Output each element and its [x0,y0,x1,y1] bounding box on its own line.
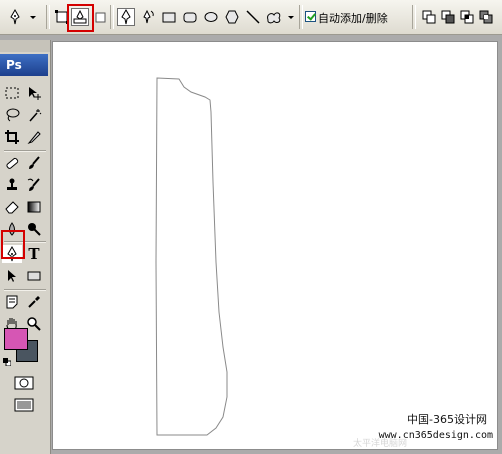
screen-mode-icon[interactable] [13,396,35,414]
preset-dropdown-arrow-icon[interactable] [28,8,38,26]
rectangle-tool-icon[interactable] [160,8,178,26]
type-tool[interactable]: T [24,245,44,263]
photoshop-logo[interactable]: Ps [0,54,48,76]
watermark-url: www.cn365design.com [378,430,493,441]
default-colors-icon[interactable] [3,356,12,367]
line-tool-icon[interactable] [244,8,262,26]
rounded-rectangle-icon[interactable] [181,8,199,26]
paths-mode-highlight [67,4,94,32]
freeform-pen-icon[interactable] [139,8,157,26]
pen-tool-icon[interactable] [117,8,135,26]
eraser-tool-icon[interactable] [2,198,22,216]
shape-dropdown-arrow-icon[interactable] [286,8,296,26]
eyedropper-icon[interactable] [24,293,44,311]
healing-brush-icon[interactable] [2,154,22,172]
fill-pixels-icon[interactable] [92,8,110,26]
intersect-path-areas-icon[interactable] [458,8,476,26]
marquee-tool-icon[interactable] [2,84,22,102]
pen-tool-highlight [1,230,25,259]
separator [299,5,303,29]
magic-wand-icon[interactable] [24,106,44,124]
foreground-color-swatch[interactable] [4,328,28,350]
auto-add-delete-label: 自动添加/删除 [318,12,388,25]
auto-add-delete-checkbox[interactable] [305,11,316,22]
toolbox-panel: Ps T [0,40,51,454]
add-to-path-area-icon[interactable] [420,8,438,26]
custom-shape-icon[interactable] [264,8,282,26]
drawn-path [155,77,228,436]
history-brush-icon[interactable] [24,176,44,194]
brush-tool-icon[interactable] [24,154,44,172]
watermark-title: 中国-365设计网 [407,413,487,426]
path-selection-icon[interactable] [2,267,22,285]
pen-tool-preset-icon[interactable] [6,8,24,26]
ellipse-tool-icon[interactable] [202,8,220,26]
rectangle-shape-icon[interactable] [24,267,44,285]
separator [412,5,416,29]
gradient-tool-icon[interactable] [24,198,44,216]
toolbox-grip[interactable] [0,40,50,52]
slice-tool-icon[interactable] [24,128,44,146]
toolbox-separator [4,289,46,291]
exclude-overlapping-icon[interactable] [477,8,495,26]
dodge-tool-icon[interactable] [24,220,44,238]
notes-tool-icon[interactable] [2,293,22,311]
crop-tool-icon[interactable] [2,128,22,146]
quick-mask-icon[interactable] [13,374,35,392]
separator [110,5,114,29]
options-bar: 自动添加/删除 [0,0,502,35]
move-tool-icon[interactable] [24,84,44,102]
document-canvas[interactable]: 太平洋电脑网 中国-365设计网 www.cn365design.com [52,41,498,450]
clone-stamp-icon[interactable] [2,176,22,194]
separator [46,5,50,29]
lasso-tool-icon[interactable] [2,106,22,124]
toolbox-separator [4,150,46,152]
subtract-from-path-area-icon[interactable] [439,8,457,26]
polygon-tool-icon[interactable] [223,8,241,26]
